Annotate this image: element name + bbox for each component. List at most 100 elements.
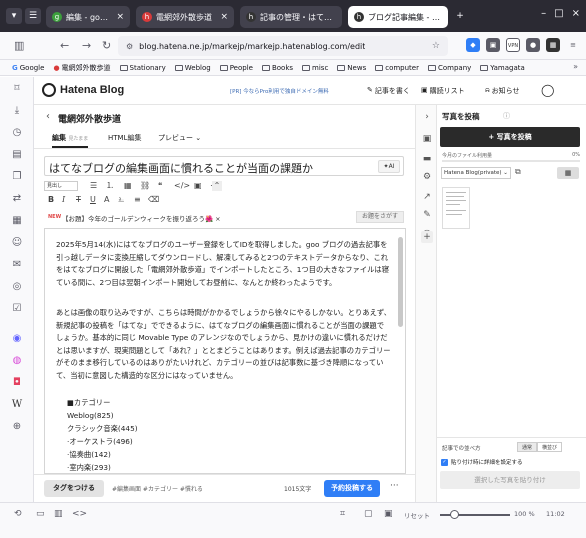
bookmark-folder-books[interactable]: Books	[261, 64, 293, 72]
collapse-toolbar-icon[interactable]: ⌃	[212, 181, 222, 191]
bookmark-denmou[interactable]: ● 電網郊外散歩道	[53, 63, 110, 73]
help-icon[interactable]: ⓘ	[503, 111, 510, 121]
tag-list[interactable]: #編集画面 #カテゴリー #慣れる	[112, 484, 203, 493]
numbered-list-icon[interactable]: ⒈	[106, 181, 114, 191]
mail-icon[interactable]: ✉	[11, 259, 23, 271]
wikipedia-icon[interactable]: W	[11, 399, 23, 411]
photo-panel-icon[interactable]: ▣	[421, 133, 433, 145]
schedule-post-button[interactable]: 予約投稿する	[324, 480, 380, 497]
window-icon[interactable]: ▭	[36, 509, 45, 519]
article-body-editor[interactable]: 2025年5月14(水)にはてなブログのユーザー登録をしてIDを取得しました。g…	[44, 228, 406, 474]
tab-article-manage[interactable]: h 記事の管理・はてなブログ	[240, 6, 342, 28]
site-info-icon[interactable]: ⚙	[126, 42, 133, 51]
downloads-icon[interactable]: ⤓	[11, 105, 23, 117]
page-action-icon[interactable]: ▢	[364, 509, 373, 519]
code-view-icon[interactable]: <>	[72, 509, 87, 519]
zoom-slider-thumb[interactable]	[450, 510, 459, 519]
add-tags-button[interactable]: タグをつける	[44, 480, 104, 497]
screenshot-icon[interactable]: ⌗	[340, 509, 345, 519]
write-article-link[interactable]: ✎ 記事を書く	[367, 86, 410, 96]
link-icon[interactable]: ⛓	[140, 181, 150, 191]
history-icon[interactable]: ◷	[11, 127, 23, 139]
align-icon[interactable]: ≡	[134, 195, 141, 205]
user-avatar-icon[interactable]: ◯	[541, 83, 554, 97]
tasks-icon[interactable]: ☑	[11, 303, 23, 315]
notes-icon[interactable]: ▤	[11, 149, 23, 161]
notifications-link[interactable]: ⍾ お知らせ	[485, 86, 520, 96]
collapse-panel-icon[interactable]: ›	[421, 111, 433, 123]
instagram-icon[interactable]: ◘	[11, 377, 23, 389]
extensions-puzzle-icon[interactable]: ▦	[546, 38, 560, 52]
forward-icon[interactable]: →	[82, 39, 91, 52]
sidebar-toggle-icon[interactable]: ▥	[14, 39, 24, 52]
detail-settings-checkbox[interactable]: ✓ 貼り付け時に詳細を設定する	[441, 458, 523, 466]
draft-panel-icon[interactable]: ✎	[421, 209, 433, 221]
upload-photo-button[interactable]: + 写真を投稿	[440, 127, 580, 147]
tile-icon[interactable]: ▥	[54, 509, 63, 519]
tabs-icon[interactable]: ❐	[11, 171, 23, 183]
tab-denmou[interactable]: h 電網郊外散歩道 ×	[136, 6, 234, 28]
bookmark-folder-weblog[interactable]: Weblog	[174, 64, 211, 72]
find-theme-button[interactable]: お題をさがす	[356, 211, 404, 223]
zoom-reset-button[interactable]: リセット	[404, 510, 430, 520]
bookmarks-overflow-icon[interactable]: »	[573, 62, 578, 71]
vpn-icon[interactable]: VPN	[506, 38, 520, 52]
maximize-icon[interactable]: □	[554, 8, 563, 19]
blog-name[interactable]: 電網郊外散歩道	[58, 112, 121, 125]
contacts-icon[interactable]: ☺	[11, 237, 23, 249]
clear-format-icon[interactable]: ⌫	[148, 195, 159, 205]
extension-icon[interactable]: ▣	[486, 38, 500, 52]
quote-icon[interactable]: ❝	[158, 181, 162, 191]
article-title-input[interactable]: はてなブログの編集画面に慣れることが当面の課題か ✦AI	[44, 156, 404, 176]
order-normal-button[interactable]: 通常	[517, 442, 538, 452]
minimize-icon[interactable]: –	[541, 8, 546, 19]
body-scrollbar[interactable]	[398, 237, 403, 327]
translate-icon[interactable]: ⇄	[11, 193, 23, 205]
theme-link[interactable]: 【お題】今年のゴールデンウィークを振り返ろう🌺 ×	[62, 213, 221, 223]
highlight-icon[interactable]: ⎁	[118, 195, 124, 205]
code-icon[interactable]: </>	[174, 181, 190, 191]
calendar-icon[interactable]: ▦	[11, 215, 23, 227]
feeds-icon[interactable]: ◎	[11, 281, 23, 293]
tab-article-edit[interactable]: h ブログ記事編集 - はてなブ	[348, 6, 448, 28]
close-window-icon[interactable]: ×	[572, 8, 580, 19]
app-menu-icon[interactable]: ≡	[566, 38, 580, 52]
new-tab-icon[interactable]: +	[452, 8, 468, 24]
bookmark-folder-computer[interactable]: computer	[375, 64, 419, 72]
italic-icon[interactable]: I	[62, 195, 65, 205]
text-color-icon[interactable]: A	[104, 195, 109, 205]
tab-preview[interactable]: プレビュー ⌄	[158, 133, 201, 143]
bookmark-folder-news[interactable]: News	[337, 64, 366, 72]
bold-icon[interactable]: B	[48, 195, 54, 205]
ai-assist-button[interactable]: ✦AI	[378, 160, 400, 173]
photo-thumbnail[interactable]	[442, 187, 470, 229]
bookmark-google[interactable]: G Google	[12, 64, 44, 72]
reload-icon[interactable]: ↻	[102, 39, 111, 52]
strikethrough-icon[interactable]: T	[76, 195, 81, 205]
mastodon-icon[interactable]: ◉	[11, 333, 23, 345]
share-panel-icon[interactable]: ↗	[421, 191, 433, 203]
browser-menu-icon[interactable]: ▾	[6, 8, 22, 24]
image-toggle-icon[interactable]: ▣	[384, 509, 393, 519]
grid-view-icon[interactable]: ▦	[557, 167, 579, 179]
settings-panel-icon[interactable]: ⚙	[421, 171, 433, 183]
hatena-blog-logo[interactable]: Hatena Blog	[42, 83, 124, 97]
bookmark-folder-misc[interactable]: misc	[302, 64, 328, 72]
image-icon[interactable]: ▣	[194, 181, 202, 191]
account-icon[interactable]: ●	[526, 38, 540, 52]
tab-goo-edit[interactable]: g 編集 - goo blog ×	[46, 6, 130, 28]
bookmark-folder-company[interactable]: Company	[427, 64, 471, 72]
bookmark-star-icon[interactable]: ☆	[432, 41, 440, 51]
tab-list-icon[interactable]: ☰	[25, 8, 41, 24]
heading-size-select[interactable]: 見出し	[44, 181, 78, 191]
album-select[interactable]: Hatena Blog(private) ⌄	[441, 167, 511, 179]
bookmark-folder-stationary[interactable]: Stationary	[119, 64, 166, 72]
underline-icon[interactable]: U	[90, 195, 96, 205]
bookmark-folder-yamagata[interactable]: Yamagata	[480, 64, 525, 72]
table-icon[interactable]: ▦	[124, 181, 132, 191]
open-external-icon[interactable]: ⧉	[515, 167, 521, 177]
paste-selected-button[interactable]: 選択した写真を貼り付け	[440, 471, 580, 489]
bulleted-list-icon[interactable]: ☰	[90, 181, 97, 191]
pocket-icon[interactable]: ◆	[466, 38, 480, 52]
tab-html-edit[interactable]: HTML編集	[108, 133, 141, 143]
